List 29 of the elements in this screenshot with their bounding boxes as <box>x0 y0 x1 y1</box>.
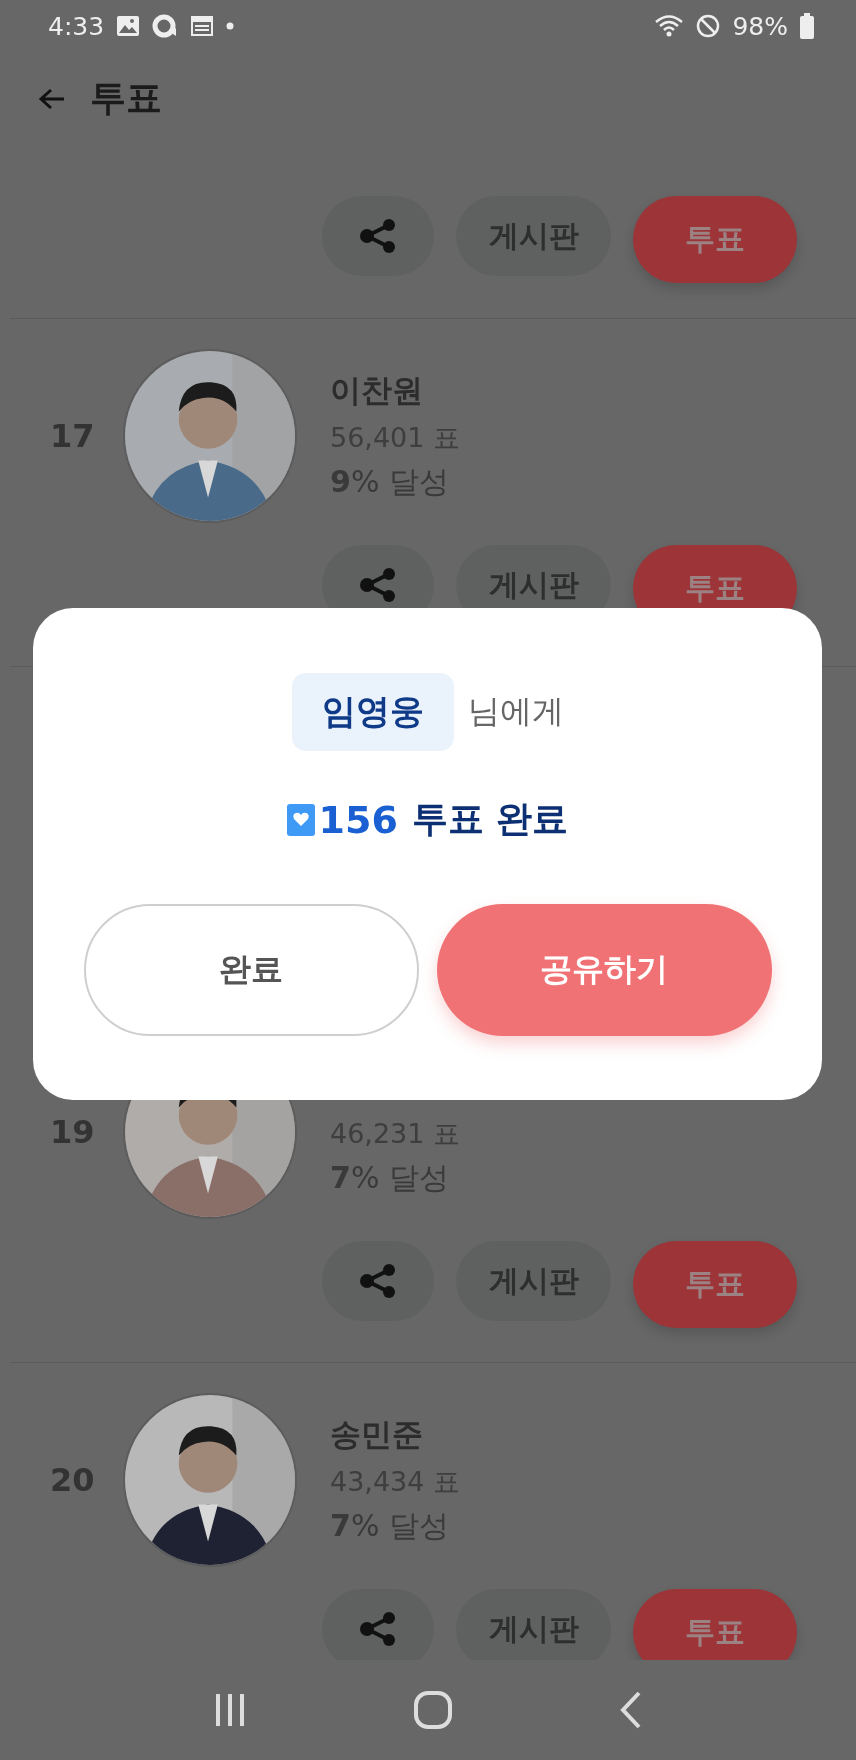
back-icon[interactable] <box>620 1691 642 1729</box>
back-arrow-icon[interactable] <box>38 86 66 111</box>
vote-amount: 156 <box>318 797 398 842</box>
share-action-button[interactable]: 공유하기 <box>436 904 772 1036</box>
candidate-name: 이찬원 <box>330 370 424 410</box>
chat-icon <box>152 14 179 38</box>
calendar-icon <box>190 15 215 37</box>
vote-button[interactable]: 투표 <box>633 1241 797 1328</box>
image-icon <box>116 15 141 37</box>
wifi-icon <box>654 14 685 38</box>
vote-complete-text: 투표 완료 <box>411 797 569 841</box>
done-button[interactable]: 완료 <box>83 904 419 1036</box>
share-icon <box>359 1264 397 1298</box>
share-icon <box>359 1612 397 1646</box>
battery-percent: 98% <box>732 11 788 41</box>
status-time: 4:33 <box>48 11 105 41</box>
dot-icon <box>226 22 235 30</box>
battery-icon <box>800 13 814 39</box>
recipient-suffix: 님에게 <box>467 691 564 732</box>
recipient-name: 임영웅 <box>291 673 454 751</box>
blocked-icon <box>696 14 721 38</box>
vote-button[interactable]: 투표 <box>633 1589 797 1660</box>
share-icon <box>359 219 397 253</box>
vote-button[interactable]: 투표 <box>633 196 797 283</box>
recent-apps-icon[interactable] <box>214 1692 246 1728</box>
share-icon <box>359 568 397 602</box>
page-title: 투표 <box>90 76 162 120</box>
home-icon[interactable] <box>414 1691 452 1729</box>
candidate-name: 송민준 <box>330 1414 424 1454</box>
